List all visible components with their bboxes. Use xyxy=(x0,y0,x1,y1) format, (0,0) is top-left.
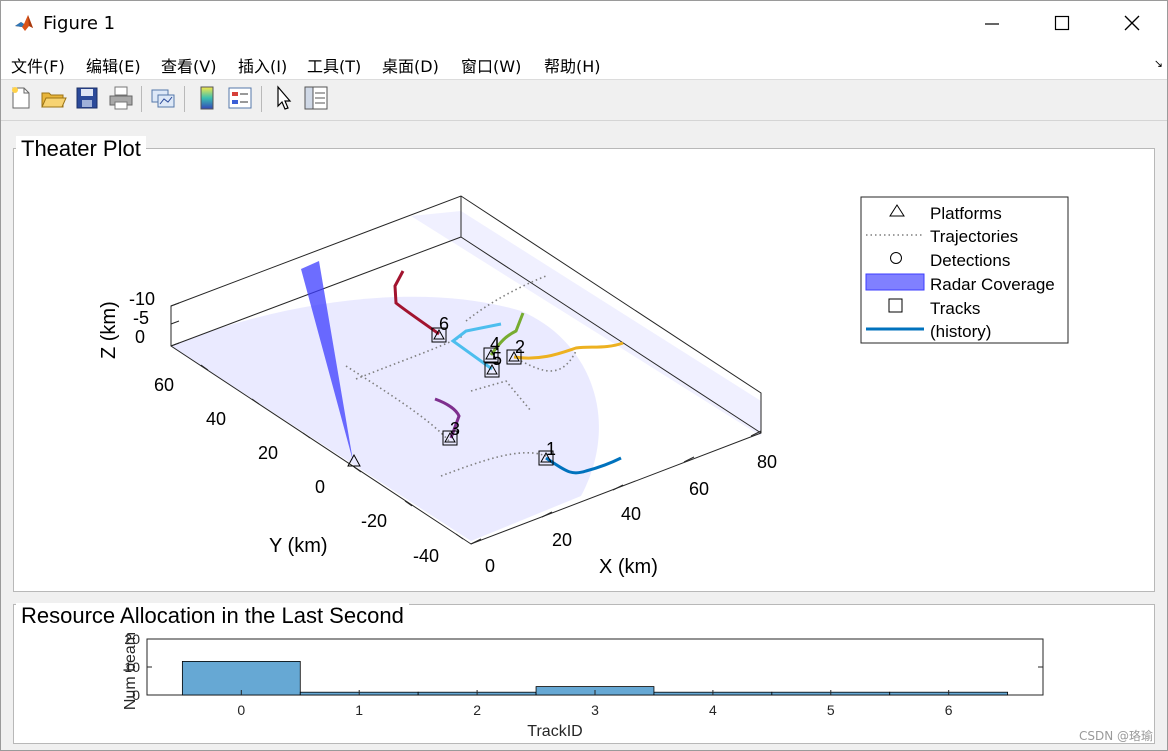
legend-entry: Trajectories xyxy=(930,227,1018,246)
theater-plot-title: Theater Plot xyxy=(16,136,146,162)
menu-bar: 文件(F) 编辑(E) 查看(V) 插入(I) 工具(T) 桌面(D) 窗口(W… xyxy=(1,45,1167,80)
x-tick-label: 5 xyxy=(827,702,835,718)
menu-window[interactable]: 窗口(W) xyxy=(461,53,521,77)
minimize-button[interactable] xyxy=(957,1,1027,45)
watermark: CSDN @珞瑜 xyxy=(1078,729,1153,743)
x-tick-label: 0 xyxy=(237,702,245,718)
x-tick-label: 6 xyxy=(945,702,953,718)
x-axis-label: TrackID xyxy=(527,723,582,740)
property-inspector-icon[interactable] xyxy=(302,84,330,112)
toolbar-separator xyxy=(261,86,262,112)
open-folder-icon[interactable] xyxy=(39,84,67,112)
pointer-icon[interactable] xyxy=(269,84,297,112)
close-icon xyxy=(1124,15,1140,31)
x-tick-label: 80 xyxy=(757,452,777,472)
y-tick-label: 0 xyxy=(315,477,325,497)
z-tick-label: -5 xyxy=(133,308,149,328)
menu-file[interactable]: 文件(F) xyxy=(11,53,65,77)
y-axis-label: Num beam xyxy=(122,632,139,710)
new-figure-icon[interactable] xyxy=(7,84,35,112)
bar xyxy=(181,661,301,696)
x-tick-label: 3 xyxy=(591,702,599,718)
minimize-icon xyxy=(985,23,999,25)
print-icon[interactable] xyxy=(107,84,135,112)
menu-insert[interactable]: 插入(I) xyxy=(238,53,287,77)
y-tick-label: -40 xyxy=(413,546,439,566)
x-tick-label: 20 xyxy=(552,530,572,550)
menu-edit[interactable]: 编辑(E) xyxy=(86,53,141,77)
figure-toolbar xyxy=(1,80,1167,121)
z-tick-label: -10 xyxy=(129,289,155,309)
legend-entry: Tracks xyxy=(930,299,980,318)
resource-allocation-title: Resource Allocation in the Last Second xyxy=(16,603,409,629)
legend-entry: (history) xyxy=(930,322,991,341)
menu-desktop[interactable]: 桌面(D) xyxy=(382,53,439,77)
resource-bar-chart[interactable]: 0 1 2 3 4 5 601020TrackIDNum beam xyxy=(101,628,1101,740)
theater-plot-axes[interactable]: 1 2 3 4 5 6 0 20 40 60 80 -40 -20 0 20 4… xyxy=(13,162,1153,590)
x-tick-label: 2 xyxy=(473,702,481,718)
maximize-button[interactable] xyxy=(1027,1,1097,45)
menu-help[interactable]: 帮助(H) xyxy=(544,53,601,77)
track-label: 2 xyxy=(515,337,525,357)
x-axis-label: X (km) xyxy=(599,556,658,578)
y-axis-label: Y (km) xyxy=(269,535,328,557)
x-tick-label: 4 xyxy=(709,702,717,718)
track-label: 3 xyxy=(450,419,460,439)
maximize-icon xyxy=(1054,15,1070,31)
track-label: 5 xyxy=(492,349,502,369)
y-tick-label: -20 xyxy=(361,511,387,531)
close-button[interactable] xyxy=(1097,1,1167,45)
toolbar-separator xyxy=(141,86,142,112)
x-tick-label: 1 xyxy=(355,702,363,718)
figure-window: Figure 1 文件(F) 编辑(E) 查看(V) 插入(I) 工具(T) 桌… xyxy=(0,0,1168,751)
theater-legend[interactable]: Platforms Trajectories Detections Radar … xyxy=(860,196,1069,344)
save-icon[interactable] xyxy=(73,84,101,112)
x-tick-label: 0 xyxy=(485,556,495,576)
matlab-logo-icon xyxy=(13,12,35,34)
menu-tools[interactable]: 工具(T) xyxy=(307,53,361,77)
z-axis-label: Z (km) xyxy=(98,301,120,359)
legend-entry: Platforms xyxy=(930,204,1002,223)
window-title: Figure 1 xyxy=(43,13,116,34)
link-plot-icon[interactable] xyxy=(149,84,177,112)
legend-icon[interactable] xyxy=(226,84,254,112)
toolbar-dock-arrow-icon[interactable]: ↘ xyxy=(1154,57,1163,70)
title-bar: Figure 1 xyxy=(1,1,1167,45)
legend-patch-icon xyxy=(865,273,925,291)
y-tick-label: 40 xyxy=(206,409,226,429)
track-label: 6 xyxy=(439,314,449,334)
legend-entry: Radar Coverage xyxy=(930,275,1055,294)
x-tick-label: 60 xyxy=(689,479,709,499)
y-tick-label: 60 xyxy=(154,375,174,395)
track-label: 1 xyxy=(546,439,556,459)
legend-entry: Detections xyxy=(930,251,1010,270)
y-tick-label: 20 xyxy=(258,443,278,463)
figure-canvas: Theater Plot 1 2 3 4 5 6 0 20 40 60 80 -… xyxy=(1,122,1167,750)
x-tick-label: 40 xyxy=(621,504,641,524)
colorbar-icon[interactable] xyxy=(193,84,221,112)
z-tick-label: 0 xyxy=(135,327,145,347)
menu-view[interactable]: 查看(V) xyxy=(161,53,216,77)
radar-coverage-patch xyxy=(171,296,599,541)
toolbar-separator xyxy=(184,86,185,112)
